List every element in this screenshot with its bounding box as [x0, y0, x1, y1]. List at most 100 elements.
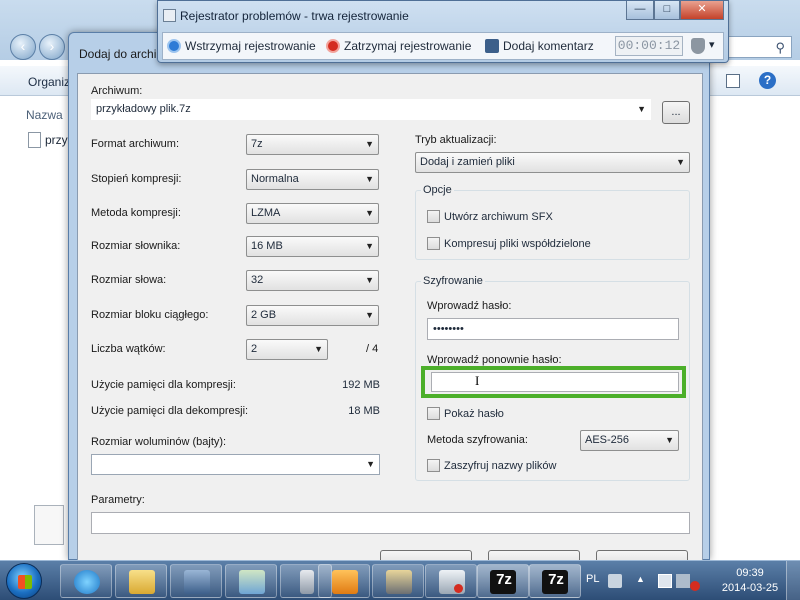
volumes-combo[interactable]: ▼: [91, 454, 380, 475]
encrypt-names-checkbox[interactable]: Zaszyfruj nazwy plików: [427, 459, 556, 472]
chevron-up-icon[interactable]: ▲: [636, 574, 650, 588]
record-dot-icon: [454, 584, 463, 593]
recorder-toolbar: Wstrzymaj rejestrowanie Zatrzymaj rejest…: [162, 32, 724, 60]
close-button[interactable]: ✕: [680, 1, 724, 20]
params-label: Parametry:: [91, 494, 145, 506]
flag-icon[interactable]: [658, 574, 672, 588]
threads-max: / 4: [366, 343, 379, 355]
chevron-down-icon: ▼: [365, 174, 374, 184]
pause-recording-button[interactable]: Wstrzymaj rejestrowanie: [167, 39, 316, 53]
network-tray-icon[interactable]: [676, 574, 690, 588]
keyboard-icon[interactable]: [608, 574, 622, 588]
mem-compress-value: 192 MB: [342, 379, 380, 391]
add-comment-button[interactable]: Dodaj komentarz: [485, 39, 594, 53]
stop-recording-button[interactable]: Zatrzymaj rejestrowanie: [326, 39, 471, 53]
password-input[interactable]: ••••••••: [427, 318, 679, 340]
pause-icon: [167, 39, 181, 53]
search-icon: ⚲: [775, 40, 785, 55]
password-repeat-label: Wprowadź ponownie hasło:: [427, 354, 562, 366]
help-dropdown-icon[interactable]: ▾: [709, 38, 715, 51]
taskbar-7zip-2[interactable]: 7z: [529, 564, 581, 598]
seven-zip-label: 7z: [496, 571, 512, 588]
dict-value: 16 MB: [251, 240, 283, 252]
taskbar-tool[interactable]: [425, 564, 477, 598]
enc-method-value: AES-256: [585, 434, 630, 446]
taskbar-explorer[interactable]: [115, 564, 167, 598]
level-select[interactable]: Normalna ▼: [246, 169, 379, 190]
back-icon[interactable]: ‹: [10, 34, 36, 60]
clock[interactable]: 09:39 2014-03-25: [720, 566, 780, 596]
chevron-down-icon: ▼: [366, 459, 375, 469]
folder-icon: [129, 570, 155, 594]
threads-label: Liczba wątków:: [91, 343, 166, 355]
word-label: Rozmiar słowa:: [91, 274, 167, 286]
file-list-item[interactable]: przy: [28, 132, 68, 148]
forward-icon[interactable]: ›: [39, 34, 65, 60]
language-indicator[interactable]: PL: [586, 573, 599, 585]
system-tray: PL ▲: [580, 561, 720, 600]
archive-combo[interactable]: przykładowy plik.7z ▼: [91, 99, 651, 120]
shared-checkbox[interactable]: Kompresuj pliki współdzielone: [427, 237, 591, 250]
format-label: Format archiwum:: [91, 138, 180, 150]
taskbar-control-panel[interactable]: [225, 564, 277, 598]
show-password-label: Pokaż hasło: [444, 407, 504, 420]
taskbar-recorder[interactable]: [372, 564, 424, 598]
stop-label: Zatrzymaj rejestrowanie: [344, 39, 472, 53]
clock-time: 09:39: [736, 567, 764, 579]
method-select[interactable]: LZMA ▼: [246, 203, 379, 224]
update-select[interactable]: Dodaj i zamień pliki ▼: [415, 152, 690, 173]
method-value: LZMA: [251, 207, 281, 219]
word-value: 32: [251, 274, 264, 286]
maximize-button[interactable]: □: [654, 1, 680, 20]
recorder-icon: [386, 570, 412, 594]
pause-label: Wstrzymaj rejestrowanie: [185, 39, 316, 53]
taskbar-outlook[interactable]: [318, 564, 370, 598]
shared-label: Kompresuj pliki współdzielone: [444, 237, 591, 250]
document-large-icon: [34, 505, 64, 545]
document-icon: [28, 132, 41, 148]
seven-zip-label: 7z: [548, 571, 564, 588]
clock-date: 2014-03-25: [721, 582, 779, 594]
preview-pane-icon[interactable]: [726, 74, 740, 88]
threads-select[interactable]: 2 ▼: [246, 339, 328, 360]
problem-steps-recorder: Rejestrator problemów - trwa rejestrowan…: [157, 0, 729, 63]
taskbar-network[interactable]: [170, 564, 222, 598]
format-select[interactable]: 7z ▼: [246, 134, 379, 155]
recording-timer: 00:00:12: [615, 36, 683, 56]
word-select[interactable]: 32 ▼: [246, 270, 379, 291]
block-select[interactable]: 2 GB ▼: [246, 305, 379, 326]
enc-method-select[interactable]: AES-256 ▼: [580, 430, 679, 451]
calculator-icon: [300, 570, 314, 594]
comment-label: Dodaj komentarz: [503, 39, 594, 53]
help-icon[interactable]: ?: [759, 72, 776, 89]
chevron-down-icon: ▼: [365, 275, 374, 285]
taskbar-ie[interactable]: [60, 564, 112, 598]
sfx-checkbox[interactable]: Utwórz archiwum SFX: [427, 210, 553, 223]
enc-method-label: Metoda szyfrowania:: [427, 434, 528, 446]
show-desktop-button[interactable]: [786, 561, 800, 600]
chevron-down-icon: ▼: [676, 157, 685, 167]
dict-select[interactable]: 16 MB ▼: [246, 236, 379, 257]
chevron-down-icon: ▼: [365, 208, 374, 218]
archive-value: przykładowy plik.7z: [96, 103, 191, 115]
comment-icon: [485, 39, 499, 53]
column-header-name[interactable]: Nazwa: [26, 108, 63, 122]
update-label: Tryb aktualizacji:: [415, 134, 497, 146]
show-password-checkbox[interactable]: Pokaż hasło: [427, 407, 504, 420]
block-value: 2 GB: [251, 309, 277, 321]
params-input[interactable]: [91, 512, 690, 534]
chevron-down-icon: ▼: [637, 104, 646, 114]
checkbox-icon: [427, 210, 440, 223]
browse-button[interactable]: ...: [662, 101, 690, 124]
dialog-body: Archiwum: przykładowy plik.7z ▼ ... Form…: [77, 73, 703, 570]
minimize-button[interactable]: —: [626, 1, 654, 20]
encrypt-names-label: Zaszyfruj nazwy plików: [444, 459, 557, 472]
start-button[interactable]: [6, 563, 42, 599]
checkbox-icon: [427, 459, 440, 472]
organize-menu[interactable]: Organiz: [28, 75, 70, 89]
level-label: Stopień kompresji:: [91, 173, 182, 185]
stop-icon: [326, 39, 340, 53]
taskbar-7zip-1[interactable]: 7z: [477, 564, 529, 598]
threads-value: 2: [251, 343, 258, 355]
level-value: Normalna: [251, 173, 299, 185]
